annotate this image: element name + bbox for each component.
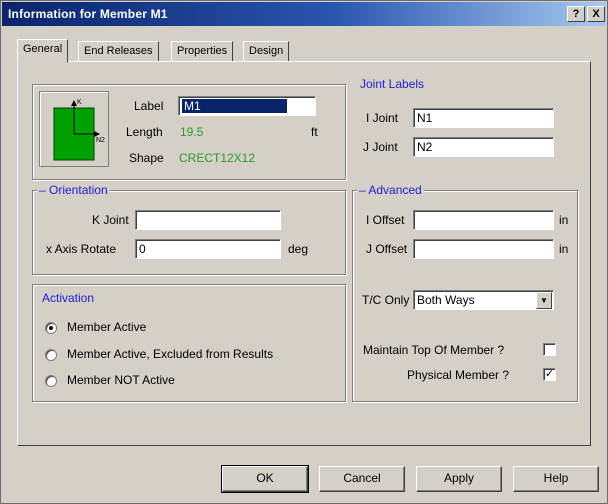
radio-member-active[interactable] [45, 322, 57, 334]
joint-labels-heading: Joint Labels [360, 77, 425, 91]
radio-member-not-active-label[interactable]: Member NOT Active [67, 373, 175, 387]
member-info-dialog: Information for Member M1 ? X General En… [0, 0, 608, 504]
i-joint-caption: I Joint [366, 111, 399, 125]
apply-button[interactable]: Apply [416, 466, 502, 492]
j-offset-caption: J Offset [366, 242, 408, 256]
advanced-heading: – Advanced [357, 183, 424, 197]
i-joint-field[interactable]: N1 [413, 108, 554, 128]
orientation-group: – Orientation K Joint x Axis Rotate 0 de… [32, 183, 346, 275]
shape-caption: Shape [129, 151, 164, 165]
tc-only-caption: T/C Only [362, 293, 410, 307]
maintain-top-checkbox[interactable] [543, 343, 556, 356]
radio-member-active-excluded[interactable] [45, 349, 57, 361]
label-caption: Label [134, 99, 164, 113]
i-offset-caption: I Offset [366, 213, 405, 227]
icon-right-label: N2 [96, 137, 105, 144]
physical-member-caption: Physical Member ? [407, 368, 510, 382]
tab-end-releases[interactable]: End Releases [78, 41, 159, 62]
tab-general[interactable]: General [17, 39, 69, 63]
help-button[interactable]: Help [513, 466, 599, 492]
chevron-down-icon[interactable]: ▼ [536, 292, 552, 309]
ok-button[interactable]: OK [221, 465, 309, 493]
advanced-group: – Advanced I Offset in J Offset in T/C O… [352, 183, 578, 402]
k-joint-field[interactable] [135, 210, 281, 230]
length-caption: Length [126, 125, 163, 139]
j-offset-unit: in [559, 242, 569, 256]
k-joint-caption: K Joint [92, 213, 129, 227]
radio-member-active-label[interactable]: Member Active [67, 320, 146, 334]
help-title-button[interactable]: ? [567, 6, 585, 22]
check-mark-icon: ✓ [544, 368, 555, 380]
j-offset-field[interactable] [413, 239, 554, 259]
tc-only-value: Both Ways [417, 293, 475, 307]
title-bar[interactable]: Information for Member M1 ? X [2, 2, 606, 26]
rotate-unit: deg [288, 242, 309, 256]
j-joint-caption: J Joint [363, 140, 398, 154]
i-offset-field[interactable] [413, 210, 554, 230]
shape-value: CRECT12X12 [179, 151, 256, 165]
j-joint-field[interactable]: N2 [413, 137, 554, 157]
x-axis-rotate-caption: x Axis Rotate [46, 242, 117, 256]
label-field[interactable]: M1 [178, 96, 316, 116]
icon-top-label: K [77, 99, 82, 106]
general-tab-panel: K N2 Label M1 Length 19.5 ft Shape CRECT… [17, 61, 591, 446]
maintain-top-caption: Maintain Top Of Member ? [363, 343, 505, 357]
radio-member-active-excluded-label[interactable]: Member Active, Excluded from Results [67, 347, 273, 361]
orientation-heading: – Orientation [37, 183, 110, 197]
tc-only-select[interactable]: Both Ways ▼ [413, 290, 554, 310]
tab-design[interactable]: Design [243, 41, 290, 62]
label-field-value: M1 [182, 99, 203, 113]
x-axis-rotate-field[interactable]: 0 [135, 239, 281, 259]
dialog-title: Information for Member M1 [8, 7, 168, 21]
cancel-button[interactable]: Cancel [319, 466, 405, 492]
radio-member-not-active[interactable] [45, 375, 57, 387]
physical-member-checkbox[interactable]: ✓ [543, 368, 556, 381]
i-offset-unit: in [559, 213, 569, 227]
close-title-button[interactable]: X [587, 6, 605, 22]
tab-properties[interactable]: Properties [171, 41, 234, 62]
length-value: 19.5 [180, 125, 204, 139]
activation-group: Activation Member Active Member Active, … [32, 284, 346, 402]
member-shape-icon: K N2 [39, 91, 109, 167]
general-info-group: K N2 Label M1 Length 19.5 ft Shape CRECT… [32, 84, 346, 180]
activation-heading: Activation [42, 291, 95, 305]
length-unit: ft [311, 125, 318, 139]
